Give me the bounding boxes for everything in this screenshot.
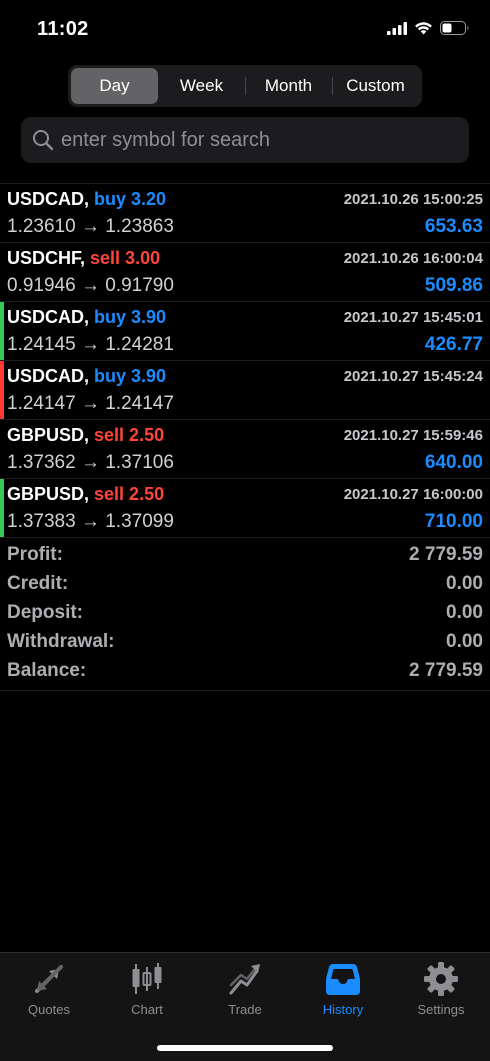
deal-row[interactable]: USDCAD, buy 3.90 2021.10.27 15:45:01 1.2… — [0, 302, 490, 361]
deal-symbol: GBPUSD, — [7, 484, 90, 504]
deal-row[interactable]: GBPUSD, sell 2.50 2021.10.27 16:00:00 1.… — [0, 479, 490, 538]
deal-prices: 1.24145 → 1.24281 — [7, 334, 174, 355]
summary-deposit-row: Deposit: 0.00 — [0, 599, 490, 628]
deals-list: USDCAD, buy 3.20 2021.10.26 15:00:25 1.2… — [0, 183, 490, 538]
deal-title: USDCAD, buy 3.20 — [7, 189, 166, 210]
deal-profit: 710.00 — [424, 511, 483, 532]
deal-side: buy 3.90 — [94, 307, 167, 327]
summary-value: 0.00 — [446, 602, 483, 623]
search-input[interactable] — [61, 128, 461, 152]
deal-title: USDCAD, buy 3.90 — [7, 307, 166, 328]
deal-prices: 1.37362 → 1.37106 — [7, 452, 174, 473]
deal-title: USDCAD, buy 3.90 — [7, 366, 166, 387]
deal-symbol: GBPUSD, — [7, 425, 90, 445]
summary-value: 2 779.59 — [409, 544, 483, 565]
deal-side: sell 2.50 — [94, 484, 165, 504]
deal-profit: 509.86 — [424, 275, 483, 296]
summary-label: Balance: — [7, 660, 87, 681]
summary-label: Credit: — [7, 573, 69, 594]
deal-symbol: USDCAD, — [7, 366, 90, 386]
deal-title: GBPUSD, sell 2.50 — [7, 425, 164, 446]
deal-side: sell 3.00 — [90, 248, 161, 268]
deal-prices: 1.37383 → 1.37099 — [7, 511, 174, 532]
wifi-icon — [415, 22, 432, 35]
deal-profit: 653.63 — [424, 216, 483, 237]
deal-title: GBPUSD, sell 2.50 — [7, 484, 164, 505]
home-indicator — [157, 1045, 333, 1051]
tab-bar: Quotes Chart Trade History Settings — [0, 952, 490, 1061]
deal-profit: 640.00 — [424, 452, 483, 473]
status-icons — [387, 21, 470, 35]
deal-side: sell 2.50 — [94, 425, 165, 445]
summary-profit-row: Profit: 2 779.59 — [0, 541, 490, 570]
deal-prices: 0.91946 → 0.91790 — [7, 275, 174, 296]
deal-symbol: USDCHF, — [7, 248, 86, 268]
tab-settings[interactable]: Settings — [392, 953, 490, 1023]
deal-time: 2021.10.27 16:00:00 — [343, 486, 483, 503]
tab-trade[interactable]: Trade — [196, 953, 294, 1023]
search-icon — [33, 130, 54, 151]
deal-prices: 1.24147 → 1.24147 — [7, 393, 174, 414]
deal-profit: 426.77 — [424, 334, 483, 355]
quotes-icon — [35, 965, 63, 993]
summary-withdrawal-row: Withdrawal: 0.00 — [0, 628, 490, 657]
deal-time: 2021.10.27 15:45:01 — [343, 309, 483, 326]
summary-value: 0.00 — [446, 573, 483, 594]
search-bar[interactable] — [21, 117, 469, 163]
segment-custom[interactable]: Custom — [332, 68, 419, 104]
deal-side: buy 3.20 — [94, 189, 167, 209]
tab-label: Chart — [131, 1002, 163, 1017]
deal-side: buy 3.90 — [94, 366, 167, 386]
status-time: 11:02 — [37, 18, 89, 40]
deal-row[interactable]: USDCAD, buy 3.90 2021.10.27 15:45:24 1.2… — [0, 361, 490, 420]
summary-balance-row: Balance: 2 779.59 — [0, 657, 490, 686]
tab-chart[interactable]: Chart — [98, 953, 196, 1023]
settings-icon — [424, 962, 458, 996]
deal-time: 2021.10.26 16:00:04 — [343, 250, 483, 267]
summary-value: 0.00 — [446, 631, 483, 652]
tab-label: Settings — [417, 1002, 465, 1017]
deal-time: 2021.10.27 15:45:24 — [343, 368, 483, 385]
trade-icon — [229, 964, 260, 995]
account-summary: Profit: 2 779.59 Credit: 0.00 Deposit: 0… — [0, 541, 490, 691]
history-icon — [326, 964, 360, 995]
deal-time: 2021.10.26 15:00:25 — [343, 191, 483, 208]
deal-row[interactable]: GBPUSD, sell 2.50 2021.10.27 15:59:46 1.… — [0, 420, 490, 479]
tab-label: Quotes — [28, 1002, 70, 1017]
summary-credit-row: Credit: 0.00 — [0, 570, 490, 599]
tab-quotes[interactable]: Quotes — [0, 953, 98, 1023]
cellular-signal-icon — [387, 21, 407, 35]
deal-title: USDCHF, sell 3.00 — [7, 248, 160, 269]
battery-icon — [440, 21, 469, 35]
tab-history[interactable]: History — [294, 953, 392, 1023]
segment-month[interactable]: Month — [245, 68, 332, 104]
tab-label: History — [322, 1002, 364, 1017]
deal-symbol: USDCAD, — [7, 307, 90, 327]
summary-label: Profit: — [7, 544, 63, 565]
segment-week[interactable]: Week — [158, 68, 245, 104]
status-bar: 11:02 — [0, 0, 490, 60]
summary-label: Withdrawal: — [7, 631, 115, 652]
summary-label: Deposit: — [7, 602, 83, 623]
segment-day[interactable]: Day — [71, 68, 158, 104]
tab-label: Trade — [228, 1002, 262, 1017]
deal-prices: 1.23610 → 1.23863 — [7, 216, 174, 237]
period-segmented-control: Day Week Month Custom — [68, 65, 422, 107]
chart-icon — [132, 963, 162, 994]
summary-value: 2 779.59 — [409, 660, 483, 681]
deal-time: 2021.10.27 15:59:46 — [343, 427, 483, 444]
deal-symbol: USDCAD, — [7, 189, 90, 209]
deal-row[interactable]: USDCAD, buy 3.20 2021.10.26 15:00:25 1.2… — [0, 184, 490, 243]
deal-row[interactable]: USDCHF, sell 3.00 2021.10.26 16:00:04 0.… — [0, 243, 490, 302]
